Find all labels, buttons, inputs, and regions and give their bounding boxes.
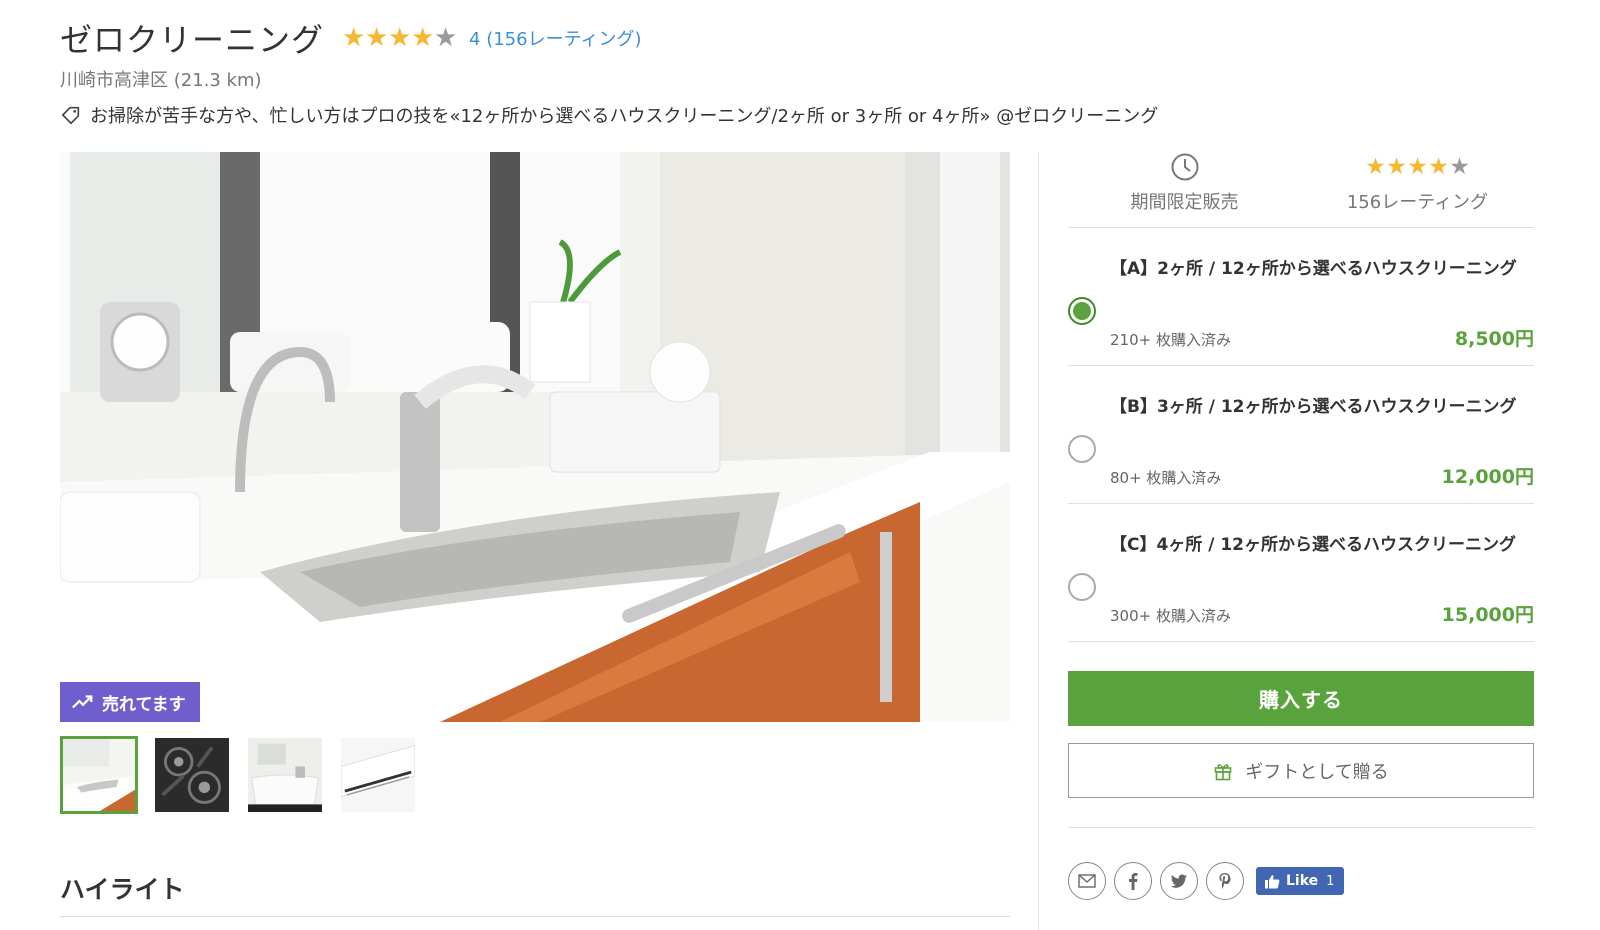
badge-label: 売れてます bbox=[102, 694, 186, 715]
option-price: 12,000円 bbox=[1441, 466, 1534, 488]
option-b[interactable]: 【B】3ヶ所 / 12ヶ所から選べるハウスクリーニング 80+ 枚購入済み 12… bbox=[1068, 366, 1534, 504]
option-radio[interactable] bbox=[1068, 297, 1096, 325]
option-name: 【A】2ヶ所 / 12ヶ所から選べるハウスクリーニング bbox=[1110, 259, 1517, 279]
stat-label: 156レーティング bbox=[1346, 192, 1489, 213]
star-icon: ★ bbox=[1386, 153, 1407, 180]
option-name: 【C】4ヶ所 / 12ヶ所から選べるハウスクリーニング bbox=[1110, 535, 1517, 555]
title-row: ゼロクリーニング ★ ★ ★ ★ ★ 4 (156レーティング) bbox=[60, 18, 1540, 59]
stat-ratings: ★ ★ ★ ★ ★ 156レーティング bbox=[1301, 152, 1534, 227]
rating-stars: ★ ★ ★ ★ ★ bbox=[1365, 153, 1470, 180]
option-name: 【B】3ヶ所 / 12ヶ所から選べるハウスクリーニング bbox=[1110, 397, 1517, 417]
location-text: 川崎市高津区 (21.3 km) bbox=[60, 70, 262, 91]
facebook-like-button[interactable]: Like 1 bbox=[1256, 867, 1345, 895]
share-row: Like 1 bbox=[1068, 862, 1534, 900]
share-twitter-button[interactable] bbox=[1160, 862, 1198, 900]
option-c[interactable]: 【C】4ヶ所 / 12ヶ所から選べるハウスクリーニング 300+ 枚購入済み 1… bbox=[1068, 504, 1534, 642]
twitter-icon bbox=[1170, 874, 1187, 888]
option-radio[interactable] bbox=[1068, 573, 1096, 601]
thumbnail-air-conditioner[interactable] bbox=[339, 736, 417, 814]
star-icon: ★ bbox=[1449, 153, 1470, 180]
deal-header: ゼロクリーニング ★ ★ ★ ★ ★ 4 (156レーティング) 川崎市高津区 … bbox=[60, 18, 1540, 128]
highlights-divider bbox=[60, 916, 1010, 917]
gift-icon bbox=[1214, 763, 1232, 780]
tag-icon bbox=[61, 106, 80, 125]
star-icon: ★ bbox=[434, 23, 458, 53]
main-image-kitchen[interactable] bbox=[60, 152, 1010, 722]
rating-stars: ★ ★ ★ ★ ★ bbox=[342, 25, 457, 51]
sidebar-divider bbox=[1068, 827, 1534, 828]
share-pinterest-button[interactable] bbox=[1206, 862, 1244, 900]
stat-label: 期間限定販売 bbox=[1130, 192, 1239, 213]
option-radio[interactable] bbox=[1068, 435, 1096, 463]
thumbnail-bathtub[interactable] bbox=[246, 736, 324, 814]
star-icon: ★ bbox=[365, 23, 389, 53]
share-facebook-button[interactable] bbox=[1114, 862, 1152, 900]
option-a[interactable]: 【A】2ヶ所 / 12ヶ所から選べるハウスクリーニング 210+ 枚購入済み 8… bbox=[1068, 228, 1534, 366]
star-icon: ★ bbox=[1407, 153, 1428, 180]
gift-label: ギフトとして贈る bbox=[1245, 761, 1389, 783]
purchase-sidebar: 期間限定販売 ★ ★ ★ ★ ★ 156レーティング 【A】2ヶ所 / 12ヶ所… bbox=[1068, 152, 1534, 900]
option-price: 15,000円 bbox=[1441, 604, 1534, 626]
email-icon bbox=[1078, 874, 1096, 888]
sidebar-stats: 期間限定販売 ★ ★ ★ ★ ★ 156レーティング bbox=[1068, 152, 1534, 227]
facebook-icon bbox=[1129, 873, 1138, 890]
gift-button[interactable]: ギフトとして贈る bbox=[1068, 743, 1534, 798]
option-sold-count: 80+ 枚購入済み bbox=[1110, 469, 1222, 487]
trending-up-icon bbox=[72, 695, 93, 709]
thumbnail-kitchen-sink[interactable] bbox=[60, 736, 138, 814]
star-icon: ★ bbox=[411, 23, 435, 53]
share-email-button[interactable] bbox=[1068, 862, 1106, 900]
star-icon: ★ bbox=[1428, 153, 1449, 180]
thumbs-up-icon bbox=[1265, 874, 1280, 888]
star-icon: ★ bbox=[388, 23, 412, 53]
star-icon: ★ bbox=[342, 23, 366, 53]
column-divider bbox=[1038, 152, 1039, 930]
clock-icon bbox=[1171, 153, 1198, 181]
star-icon: ★ bbox=[1365, 153, 1386, 180]
highlights-title: ハイライト bbox=[60, 875, 185, 904]
deal-title: ゼロクリーニング bbox=[60, 21, 325, 59]
trending-badge: 売れてます bbox=[60, 682, 200, 722]
thumbnail-strip bbox=[60, 736, 432, 814]
option-price: 8,500円 bbox=[1454, 328, 1534, 350]
like-label: Like bbox=[1286, 873, 1319, 889]
tagline: お掃除が苦手な方や、忙しい方はプロの技を«12ヶ所から選べるハウスクリーニング/… bbox=[60, 102, 1540, 128]
rating-link[interactable]: 4 (156レーティング) bbox=[469, 25, 642, 51]
like-count: 1 bbox=[1326, 873, 1335, 889]
thumbnail-gas-stove[interactable] bbox=[153, 736, 231, 814]
option-sold-count: 210+ 枚購入済み bbox=[1110, 331, 1231, 349]
pinterest-icon bbox=[1219, 873, 1231, 889]
tagline-text: お掃除が苦手な方や、忙しい方はプロの技を«12ヶ所から選べるハウスクリーニング/… bbox=[90, 106, 1159, 127]
buy-button[interactable]: 購入する bbox=[1068, 671, 1534, 726]
option-sold-count: 300+ 枚購入済み bbox=[1110, 607, 1231, 625]
stat-limited-time: 期間限定販売 bbox=[1068, 152, 1301, 227]
